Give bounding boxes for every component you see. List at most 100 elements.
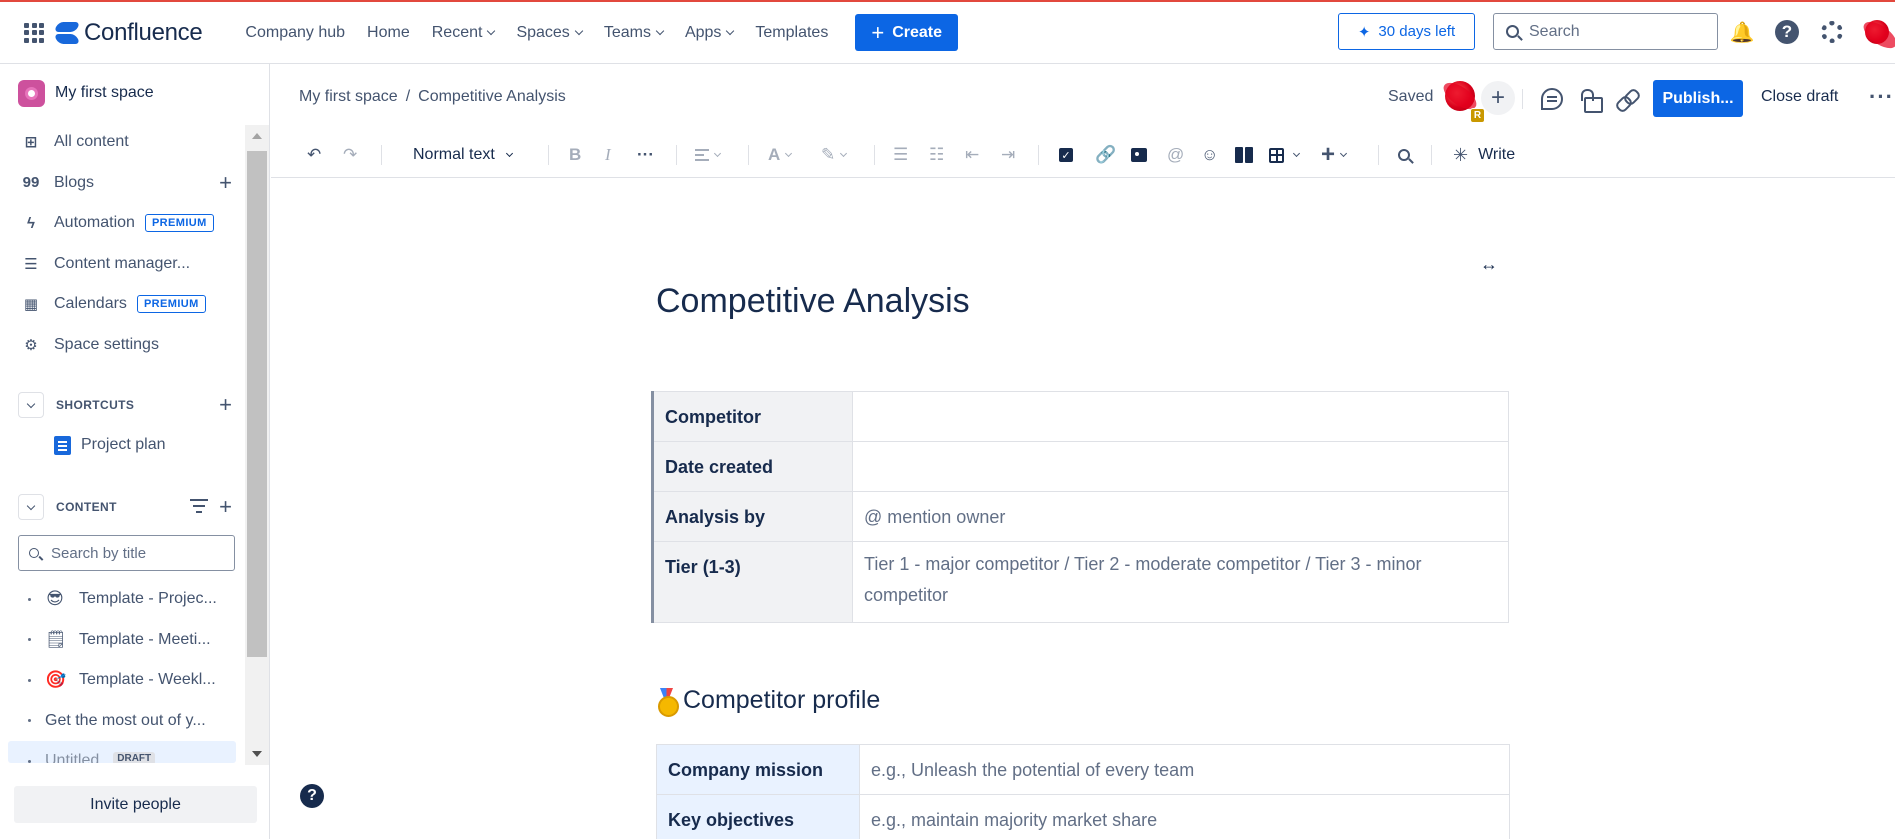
table-key-cell[interactable]: Tier (1-3) — [652, 541, 853, 623]
sidebar-item-content-manager[interactable]: ☰ Content manager... — [0, 244, 246, 285]
profile-avatar[interactable] — [1864, 19, 1890, 45]
filter-icon[interactable] — [190, 499, 208, 513]
comments-icon[interactable] — [1541, 88, 1563, 110]
shortcut-project-plan[interactable]: Project plan — [0, 425, 269, 465]
create-button[interactable]: + Create — [855, 14, 958, 51]
checklist-icon: ☰ — [24, 255, 38, 273]
link-icon[interactable]: 🔗 — [1095, 144, 1116, 166]
bullet-list-icon[interactable]: ☰ — [893, 144, 908, 166]
editor-toolbar: ↶ ↷ Normal text B I ··· A ✎ ☰ ☷ ⇤ ⇥ ✓ 🔗 … — [271, 132, 1895, 178]
highlight-dropdown[interactable]: ✎ — [821, 144, 848, 166]
task-checkbox-icon[interactable]: ✓ — [1059, 144, 1073, 166]
numbered-list-icon[interactable]: ☷ — [929, 144, 944, 166]
table-value-cell[interactable] — [852, 441, 1509, 492]
scroll-up-arrow-icon[interactable] — [252, 133, 262, 139]
invite-people-button[interactable]: Invite people — [14, 786, 257, 823]
nav-apps[interactable]: Apps — [674, 24, 744, 42]
add-blog-button[interactable]: + — [219, 170, 232, 196]
space-header[interactable]: My first space — [0, 64, 269, 122]
indent-icon[interactable]: ⇥ — [1001, 144, 1015, 166]
ai-write-button[interactable]: ✳ Write — [1453, 144, 1515, 166]
content-section-header[interactable]: CONTENT + — [0, 487, 246, 527]
tree-item[interactable]: Get the most out of y... — [0, 701, 236, 742]
sidebar-item-space-settings[interactable]: ⚙ Space settings — [0, 325, 246, 366]
nav-spaces[interactable]: Spaces — [505, 24, 592, 42]
tree-item[interactable]: 😎 Template - Projec... — [0, 579, 236, 620]
table-key-cell[interactable]: Key objectives — [656, 794, 860, 839]
find-replace-icon[interactable] — [1398, 144, 1410, 166]
tree-item-label: Untitled — [45, 752, 100, 763]
table-key-cell[interactable]: Analysis by — [652, 491, 853, 542]
table-value-cell[interactable]: e.g., Unleash the potential of every tea… — [859, 744, 1510, 795]
text-color-dropdown[interactable]: A — [768, 144, 793, 166]
add-collaborator-button[interactable]: + — [1481, 81, 1515, 115]
collapse-shortcuts-button[interactable] — [18, 392, 44, 418]
sidebar-item-all-content[interactable]: ⊞ All content — [0, 122, 246, 163]
search-placeholder: Search by title — [51, 544, 147, 562]
breadcrumb-page[interactable]: Competitive Analysis — [418, 88, 566, 106]
help-icon[interactable]: ? — [1774, 19, 1800, 45]
table-key-cell[interactable]: Date created — [652, 441, 853, 492]
table-key-cell[interactable]: Company mission — [656, 744, 860, 795]
redo-icon[interactable]: ↷ — [343, 144, 357, 166]
help-button[interactable]: ? — [300, 784, 324, 808]
confluence-logo[interactable]: Confluence — [56, 19, 203, 47]
table-value-cell[interactable] — [852, 391, 1509, 442]
tree-item-current-draft[interactable]: Untitled DRAFT — [8, 741, 236, 763]
page-width-toggle-icon[interactable]: ↔ — [1480, 254, 1498, 275]
nav-home[interactable]: Home — [356, 24, 421, 42]
sidebar-item-calendars[interactable]: ▦ Calendars PREMIUM — [0, 284, 246, 325]
mention-icon[interactable]: @ — [1167, 144, 1184, 166]
image-icon[interactable] — [1131, 144, 1147, 166]
table-value-cell[interactable]: e.g., maintain majority market share — [859, 794, 1510, 839]
italic-icon[interactable]: I — [605, 144, 611, 166]
sidebar-item-blogs[interactable]: 99 Blogs + — [0, 163, 246, 204]
nav-company-hub[interactable]: Company hub — [234, 24, 356, 42]
alignment-dropdown[interactable] — [695, 144, 722, 166]
global-search-input[interactable]: Search — [1493, 13, 1718, 50]
undo-icon[interactable]: ↶ — [307, 144, 321, 166]
shortcuts-section-header[interactable]: SHORTCUTS + — [0, 385, 246, 425]
layouts-icon[interactable] — [1235, 144, 1253, 166]
scrollbar-thumb[interactable] — [247, 151, 267, 657]
text-style-dropdown[interactable]: Normal text — [413, 144, 513, 166]
nav-teams[interactable]: Teams — [593, 24, 674, 42]
app-switcher-icon[interactable] — [24, 22, 44, 43]
bold-icon[interactable]: B — [569, 144, 581, 166]
scroll-down-arrow-icon[interactable] — [252, 751, 262, 757]
restrictions-lock-icon[interactable] — [1581, 88, 1603, 113]
gear-icon: ⚙ — [24, 336, 38, 354]
table-value-cell[interactable]: @ mention owner — [852, 491, 1509, 542]
nav-templates[interactable]: Templates — [744, 24, 839, 42]
outdent-icon[interactable]: ⇤ — [965, 144, 979, 166]
settings-icon[interactable] — [1819, 19, 1845, 45]
table-key-cell[interactable]: Competitor — [652, 391, 853, 442]
tree-item[interactable]: 🎯 Template - Weekl... — [0, 660, 236, 701]
more-actions-icon[interactable]: ··· — [1869, 84, 1894, 110]
insert-dropdown[interactable]: + — [1321, 141, 1348, 168]
close-draft-button[interactable]: Close draft — [1761, 88, 1838, 106]
tree-item[interactable]: 🗒 Template - Meeti... — [0, 620, 236, 661]
add-shortcut-button[interactable]: + — [219, 392, 232, 418]
section-heading[interactable]: Competitor profile — [656, 686, 880, 717]
sidebar-scrollbar[interactable] — [245, 125, 269, 765]
add-content-button[interactable]: + — [219, 494, 232, 520]
collaborator-avatar[interactable]: R — [1445, 81, 1485, 123]
trial-days-button[interactable]: ✦ 30 days left — [1338, 13, 1475, 50]
collapse-content-button[interactable] — [18, 494, 44, 520]
breadcrumb-space[interactable]: My first space — [299, 88, 398, 106]
table-dropdown[interactable] — [1269, 144, 1301, 166]
chevron-down-icon — [785, 149, 793, 157]
emoji-icon[interactable]: ☺ — [1201, 144, 1218, 166]
search-by-title-input[interactable]: Search by title — [18, 535, 235, 571]
plus-icon: + — [871, 19, 885, 45]
notifications-icon[interactable]: 🔔 — [1729, 19, 1755, 45]
page-title[interactable]: Competitive Analysis — [656, 282, 970, 321]
publish-button[interactable]: Publish... — [1653, 80, 1743, 117]
more-formatting-icon[interactable]: ··· — [637, 144, 654, 166]
chevron-down-icon — [505, 149, 513, 157]
table-value-cell[interactable]: Tier 1 - major competitor / Tier 2 - mod… — [852, 541, 1509, 623]
sidebar-item-automation[interactable]: ϟ Automation PREMIUM — [0, 203, 246, 244]
copy-link-icon[interactable] — [1616, 88, 1638, 110]
nav-recent[interactable]: Recent — [421, 24, 506, 42]
